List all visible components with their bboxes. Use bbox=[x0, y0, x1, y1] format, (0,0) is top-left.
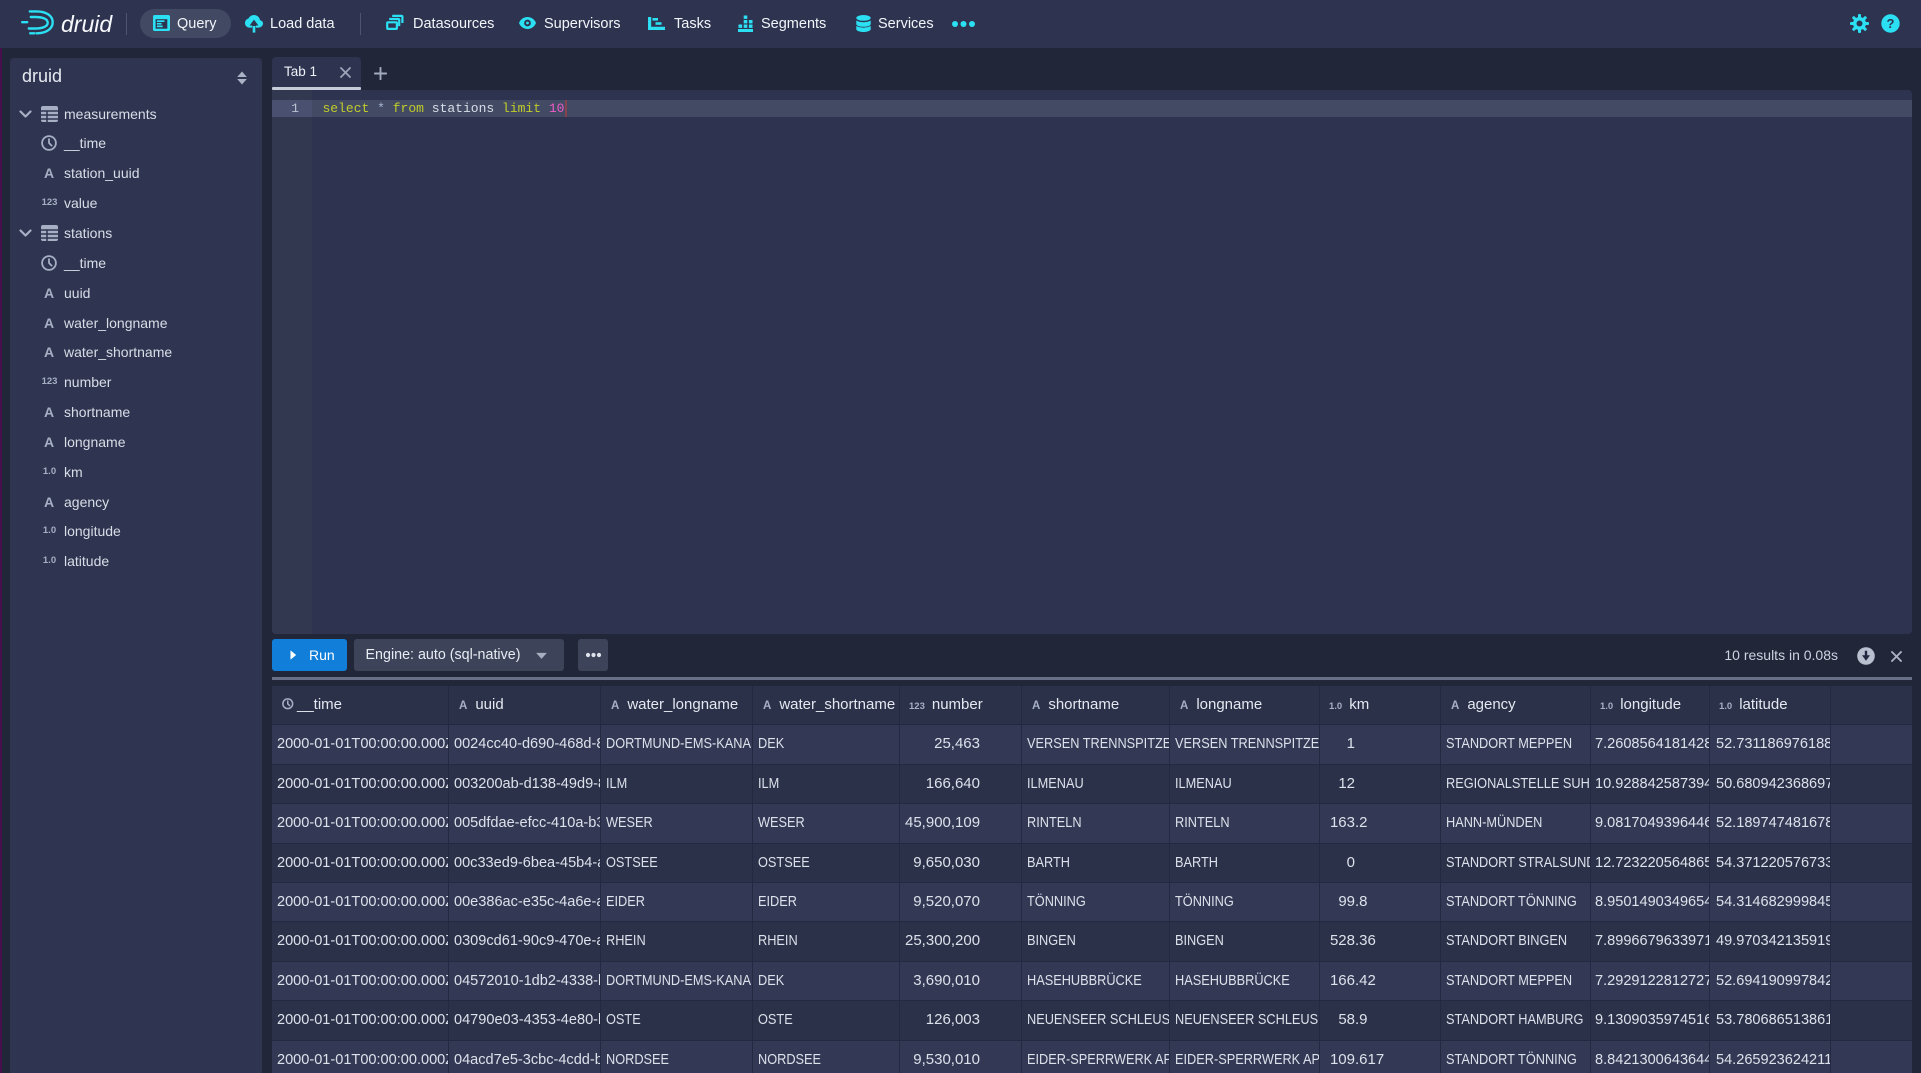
svg-text:?: ? bbox=[1887, 16, 1895, 31]
